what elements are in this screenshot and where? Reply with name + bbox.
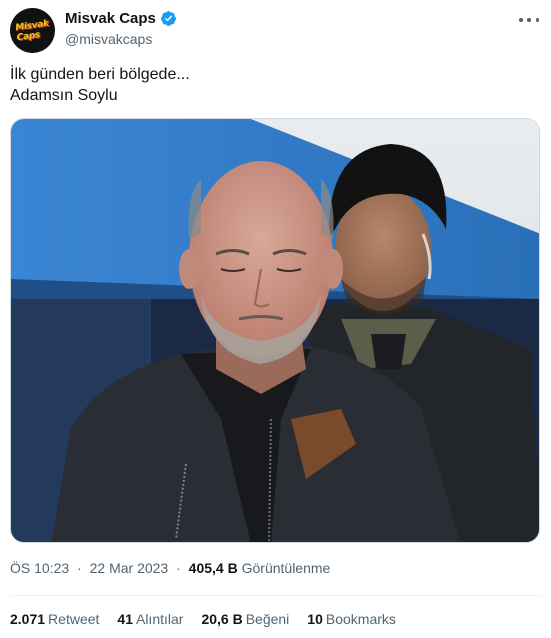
views-label: Görüntülenme xyxy=(241,560,331,576)
tweet-time[interactable]: ÖS 10:23 xyxy=(10,560,69,576)
more-dot xyxy=(519,18,523,22)
tweet-text-line: İlk günden beri bölgede... xyxy=(10,66,190,83)
tweet-text: İlk günden beri bölgede... Adamsın Soylu xyxy=(10,64,541,106)
photo-illustration xyxy=(11,119,539,542)
more-options-icon[interactable] xyxy=(519,12,539,28)
handle[interactable]: @misvakcaps xyxy=(65,31,177,47)
tweet-photo[interactable] xyxy=(10,118,540,543)
tweet-meta: ÖS 10:23 · 22 Mar 2023 · 405,4 B Görüntü… xyxy=(10,560,330,576)
views-count: 405,4 B xyxy=(188,560,238,576)
avatar[interactable]: Misvak Caps xyxy=(10,8,55,53)
separator-dot: · xyxy=(176,560,181,576)
retweets-count: 2.071 xyxy=(10,611,46,627)
quotes-stat[interactable]: 41 Alıntılar xyxy=(117,611,183,627)
divider xyxy=(10,595,541,596)
verified-badge-icon xyxy=(160,11,176,26)
likes-count: 20,6 B xyxy=(201,611,243,627)
tweet-stats: 2.071 Retweet 41 Alıntılar 20,6 B Beğeni 10… xyxy=(10,611,396,627)
more-dot xyxy=(527,18,531,22)
tweet-text-line: Adamsın Soylu xyxy=(10,87,118,104)
tweet-header: Misvak Caps Misvak Caps @misvakcaps xyxy=(10,8,541,54)
bookmarks-label: Bookmarks xyxy=(325,611,396,627)
tweet-date[interactable]: 22 Mar 2023 xyxy=(90,560,169,576)
retweets-label: Retweet xyxy=(48,611,100,627)
bookmarks-stat[interactable]: 10 Bookmarks xyxy=(307,611,396,627)
display-name[interactable]: Misvak Caps xyxy=(65,10,156,27)
quotes-count: 41 xyxy=(117,611,133,627)
separator-dot: · xyxy=(77,560,82,576)
more-dot xyxy=(535,18,539,22)
avatar-logo: Misvak Caps xyxy=(14,18,50,43)
author-info: Misvak Caps @misvakcaps xyxy=(65,10,177,47)
likes-label: Beğeni xyxy=(245,611,290,627)
name-row: Misvak Caps xyxy=(65,10,177,27)
quotes-label: Alıntılar xyxy=(135,611,184,627)
likes-stat[interactable]: 20,6 B Beğeni xyxy=(201,611,289,627)
retweets-stat[interactable]: 2.071 Retweet xyxy=(10,611,99,627)
bookmarks-count: 10 xyxy=(307,611,323,627)
